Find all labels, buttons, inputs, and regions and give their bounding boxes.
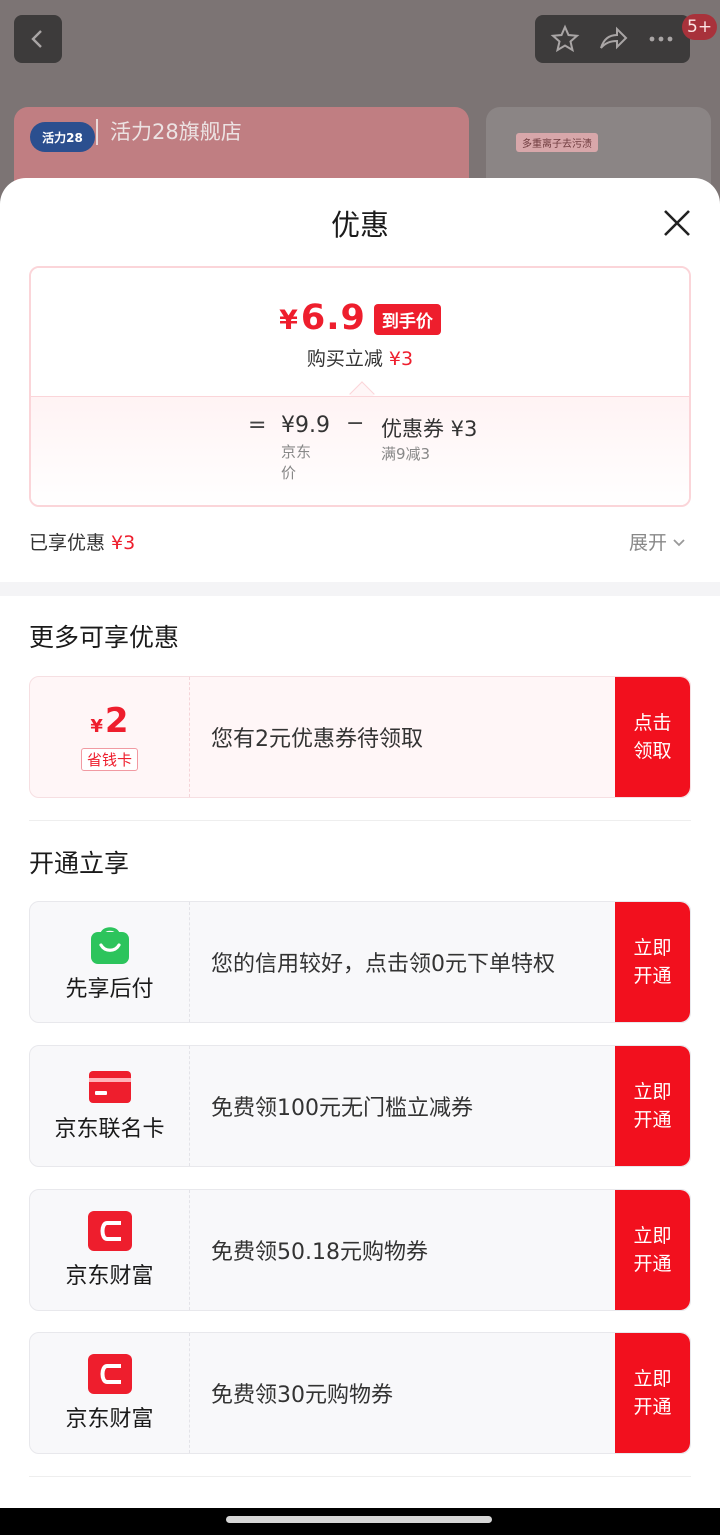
chevron-left-icon bbox=[31, 30, 42, 48]
discount-sheet: 优惠 ¥6.9 到手价 购买立减 ¥3 = ¥9.9 京东价 − 优惠券 ¥3 满… bbox=[0, 178, 720, 1508]
jd-price-label: 京东价 bbox=[281, 443, 312, 482]
price-breakdown: ¥6.9 到手价 购买立减 ¥3 = ¥9.9 京东价 − 优惠券 ¥3 满9减3 bbox=[29, 266, 691, 507]
star-icon[interactable] bbox=[550, 24, 580, 54]
co-brand-card-offer[interactable]: 京东联名卡 免费领100元无门槛立减券 立即开通 bbox=[29, 1045, 691, 1167]
shopping-bag-icon bbox=[90, 927, 129, 964]
more-discounts-title: 更多可享优惠 bbox=[29, 623, 180, 652]
system-nav-bar bbox=[0, 1508, 720, 1535]
service-label: 京东财富 bbox=[65, 1264, 154, 1289]
saver-card-amount: ¥2 bbox=[90, 701, 129, 741]
offer-text: 您的信用较好，点击领0元下单特权 bbox=[211, 952, 555, 977]
instant-cut: 购买立减 ¥3 bbox=[306, 348, 414, 370]
jd-finance-offer[interactable]: 京东财富 免费领50.18元购物券 立即开通 bbox=[29, 1189, 691, 1311]
notification-badge: 5+ bbox=[682, 14, 718, 40]
service-label: 先享后付 bbox=[65, 977, 154, 1002]
service-label: 京东财富 bbox=[65, 1407, 154, 1432]
open-section-title: 开通立享 bbox=[29, 849, 130, 878]
offer-text: 免费领50.18元购物券 bbox=[211, 1240, 428, 1265]
close-icon bbox=[664, 210, 690, 236]
store-logo: 活力28 bbox=[30, 122, 95, 152]
jd-finance-offer[interactable]: 京东财富 免费领30元购物券 立即开通 bbox=[29, 1332, 691, 1454]
coupon-value: 优惠券 ¥3 bbox=[381, 417, 478, 441]
claim-button[interactable]: 点击领取 bbox=[615, 677, 690, 797]
store-name: 活力28旗舰店 bbox=[96, 119, 242, 145]
share-icon[interactable] bbox=[597, 24, 629, 54]
top-actions bbox=[535, 15, 690, 63]
home-indicator[interactable] bbox=[226, 1516, 492, 1523]
minus-sign: − bbox=[346, 411, 365, 436]
sheet-title: 优惠 bbox=[330, 208, 389, 242]
jd-finance-icon bbox=[87, 1354, 132, 1394]
more-icon[interactable] bbox=[646, 24, 676, 54]
activate-button[interactable]: 立即开通 bbox=[615, 1333, 690, 1453]
service-label: 京东联名卡 bbox=[54, 1117, 165, 1142]
offer-text: 您有2元优惠券待领取 bbox=[211, 727, 423, 752]
expand-button[interactable]: 展开 bbox=[629, 528, 687, 555]
promo-tag: 多重离子去污渍 bbox=[516, 133, 598, 152]
background-page: 5+ 活力28 活力28旗舰店 多重离子去污渍 bbox=[0, 0, 720, 200]
equals-sign: = bbox=[248, 413, 267, 438]
divider bbox=[29, 820, 691, 821]
enjoyed-discount: 已享优惠 ¥3 bbox=[29, 532, 136, 554]
activate-button[interactable]: 立即开通 bbox=[615, 1190, 690, 1310]
activate-button[interactable]: 立即开通 bbox=[615, 1046, 690, 1166]
activate-button[interactable]: 立即开通 bbox=[615, 902, 690, 1022]
jd-finance-icon bbox=[87, 1211, 132, 1251]
final-price-tag: 到手价 bbox=[373, 303, 441, 335]
divider bbox=[29, 1476, 691, 1477]
pay-later-offer[interactable]: 先享后付 您的信用较好，点击领0元下单特权 立即开通 bbox=[29, 901, 691, 1023]
section-divider bbox=[0, 582, 720, 596]
saver-card-offer[interactable]: ¥2 省钱卡 您有2元优惠券待领取 点击领取 bbox=[29, 676, 691, 798]
bank-card-icon bbox=[88, 1071, 131, 1103]
offer-text: 免费领30元购物券 bbox=[211, 1383, 393, 1408]
coupon-condition: 满9减3 bbox=[381, 445, 431, 463]
saver-card-tag: 省钱卡 bbox=[80, 748, 138, 771]
back-button[interactable] bbox=[14, 15, 62, 63]
offer-text: 免费领100元无门槛立减券 bbox=[211, 1096, 473, 1121]
expand-label: 展开 bbox=[629, 532, 668, 554]
close-button[interactable] bbox=[656, 202, 698, 244]
chevron-down-icon bbox=[673, 538, 685, 546]
jd-price: ¥9.9 bbox=[281, 413, 330, 438]
final-price: ¥6.9 bbox=[279, 298, 366, 338]
